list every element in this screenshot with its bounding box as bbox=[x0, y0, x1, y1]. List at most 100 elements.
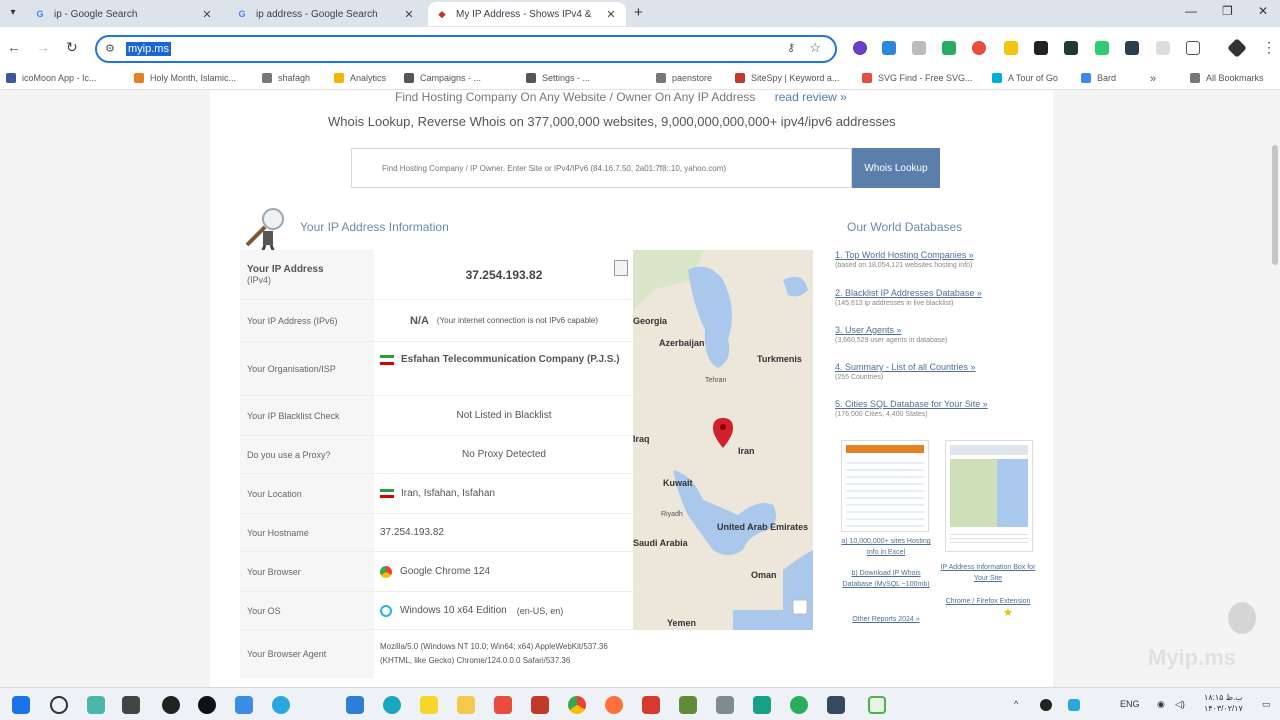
ip-info-box-thumbnail[interactable] bbox=[945, 440, 1033, 552]
close-tab-icon[interactable]: ✕ bbox=[402, 8, 416, 21]
app-8-icon[interactable] bbox=[753, 696, 771, 714]
app-5-icon[interactable] bbox=[642, 696, 660, 714]
bookmark-campaigns[interactable]: Campaigns - ... bbox=[404, 73, 481, 83]
db-item-link[interactable]: 4. Summary - List of all Countries » bbox=[835, 362, 1035, 372]
edge-icon[interactable] bbox=[383, 696, 401, 714]
copy-icon[interactable] bbox=[614, 260, 628, 276]
app-9-icon[interactable] bbox=[790, 696, 808, 714]
chrome-taskbar-icon[interactable] bbox=[568, 696, 586, 714]
tray-app-icon[interactable] bbox=[1068, 699, 1080, 711]
bookmark-settings[interactable]: Settings - ... bbox=[526, 73, 590, 83]
notifications-icon[interactable]: ▭ bbox=[1262, 699, 1271, 710]
extension-6-icon[interactable] bbox=[1004, 41, 1018, 55]
bookmark-svg-find[interactable]: SVG Find - Free SVG... bbox=[862, 73, 973, 83]
bookmark-tour-of-go[interactable]: A Tour of Go bbox=[992, 73, 1058, 83]
address-bar[interactable]: ⚙ myip.ms ⚷ ☆ bbox=[95, 35, 837, 63]
extension-8-icon[interactable] bbox=[1064, 41, 1078, 55]
app-6-icon[interactable] bbox=[679, 696, 697, 714]
chrome-extension-link[interactable]: Chrome / Firefox Extension bbox=[938, 596, 1038, 607]
bookmark-bard[interactable]: Bard bbox=[1081, 73, 1116, 83]
close-tab-icon[interactable]: ✕ bbox=[604, 8, 618, 21]
extension-5-icon[interactable] bbox=[972, 41, 986, 55]
windows-start-icon[interactable] bbox=[12, 696, 30, 714]
tab-ip-search[interactable]: G ip - Google Search ✕ bbox=[26, 2, 222, 26]
extension-10-icon[interactable] bbox=[1125, 41, 1139, 55]
db-item[interactable]: 4. Summary - List of all Countries » (25… bbox=[835, 362, 1035, 381]
tray-app-icon[interactable] bbox=[1040, 699, 1052, 711]
db-item[interactable]: 3. User Agents » (3,660,529 user agents … bbox=[835, 325, 1035, 344]
profile-icon[interactable] bbox=[1227, 38, 1247, 58]
wifi-icon[interactable]: ◉ bbox=[1157, 699, 1165, 710]
language-indicator[interactable]: ENG bbox=[1120, 699, 1140, 709]
app-1-icon[interactable] bbox=[162, 696, 180, 714]
whois-lookup-button[interactable]: Whois Lookup bbox=[852, 148, 940, 188]
tab-my-ip-address[interactable]: ◆ My IP Address - Shows IPv4 & ✕ bbox=[428, 2, 626, 26]
volume-icon[interactable]: ◁) bbox=[1175, 699, 1185, 710]
app-11-icon[interactable] bbox=[868, 696, 886, 714]
tab-ip-address-search[interactable]: G ip address - Google Search ✕ bbox=[228, 2, 424, 26]
ip-info-box-link[interactable]: IP Address Information Box for Your Site bbox=[938, 562, 1038, 584]
other-reports-link[interactable]: Other Reports 2024 » bbox=[836, 614, 936, 625]
app-2-icon[interactable] bbox=[235, 696, 253, 714]
location-map[interactable]: Georgia Azerbaijan Turkmenis Tehran Iraq… bbox=[633, 250, 813, 630]
forward-arrow-icon[interactable]: → bbox=[36, 39, 50, 55]
extension-4-icon[interactable] bbox=[942, 41, 956, 55]
copilot-icon[interactable] bbox=[87, 696, 105, 714]
app-3-icon[interactable] bbox=[494, 696, 512, 714]
extension-2-icon[interactable] bbox=[882, 41, 896, 55]
url-text[interactable]: myip.ms bbox=[126, 42, 171, 56]
app-10-icon[interactable] bbox=[827, 696, 845, 714]
clock[interactable]: ۱۸:۱۵ ب.ظ ۱۴۰۳/۰۲/۱۷ bbox=[1204, 692, 1243, 714]
excel-report-thumbnail[interactable] bbox=[841, 440, 929, 532]
whois-search-input-wrap[interactable] bbox=[351, 148, 852, 188]
task-view-icon[interactable] bbox=[122, 696, 140, 714]
notes-icon[interactable] bbox=[420, 696, 438, 714]
app-4-icon[interactable] bbox=[531, 696, 549, 714]
reload-icon[interactable]: ↻ bbox=[66, 39, 78, 56]
extension-11-icon[interactable] bbox=[1156, 41, 1170, 55]
db-item[interactable]: 1. Top World Hosting Companies » (based … bbox=[835, 250, 1035, 269]
file-explorer-icon[interactable] bbox=[457, 696, 475, 714]
close-window-icon[interactable]: ✕ bbox=[1258, 4, 1268, 18]
map-fullscreen-icon[interactable] bbox=[792, 599, 808, 615]
vscode-icon[interactable] bbox=[346, 696, 364, 714]
site-info-icon[interactable]: ⚙ bbox=[105, 42, 115, 55]
page-scrollbar[interactable] bbox=[1270, 90, 1280, 687]
extension-1-icon[interactable] bbox=[853, 41, 867, 55]
close-tab-icon[interactable]: ✕ bbox=[200, 8, 214, 21]
bookmark-sitespy[interactable]: SiteSpy | Keyword a... bbox=[735, 73, 839, 83]
extension-3-icon[interactable] bbox=[912, 41, 926, 55]
bookmark-icomoon[interactable]: icoMoon App - Ic... bbox=[6, 73, 97, 83]
search-icon[interactable] bbox=[50, 696, 68, 714]
db-item[interactable]: 5. Cities SQL Database for Your Site » (… bbox=[835, 399, 1035, 418]
bookmark-folder-shafagh[interactable]: shafagh bbox=[262, 73, 310, 83]
db-item[interactable]: 2. Blacklist IP Addresses Database » (14… bbox=[835, 288, 1035, 307]
extension-9-icon[interactable] bbox=[1095, 41, 1109, 55]
db-item-link[interactable]: 3. User Agents » bbox=[835, 325, 1035, 335]
all-bookmarks-folder[interactable]: All Bookmarks bbox=[1190, 73, 1264, 83]
telegram-icon[interactable] bbox=[272, 696, 290, 714]
bookmark-analytics[interactable]: Analytics bbox=[334, 73, 386, 83]
password-key-icon[interactable]: ⚷ bbox=[787, 41, 795, 54]
db-item-link[interactable]: 2. Blacklist IP Addresses Database » bbox=[835, 288, 1035, 298]
excel-report-link[interactable]: a) 10,000,000+ sites Hosting Info in Exc… bbox=[836, 536, 936, 558]
minimize-icon[interactable]: — bbox=[1185, 4, 1197, 18]
back-arrow-icon[interactable]: ← bbox=[7, 39, 21, 55]
bookmark-star-icon[interactable]: ☆ bbox=[809, 40, 821, 56]
new-tab-plus-icon[interactable]: + bbox=[634, 4, 643, 21]
bookmark-holy-month[interactable]: Holy Month, Islamic... bbox=[134, 73, 236, 83]
db-item-link[interactable]: 1. Top World Hosting Companies » bbox=[835, 250, 1035, 260]
scrollbar-thumb[interactable] bbox=[1272, 145, 1278, 265]
media-player-icon[interactable] bbox=[198, 696, 216, 714]
tray-chevron-icon[interactable]: ^ bbox=[1014, 699, 1018, 709]
browser-menu-icon[interactable]: ⋮ bbox=[1262, 39, 1276, 56]
extensions-puzzle-icon[interactable] bbox=[1186, 41, 1200, 55]
tab-search-chevron-icon[interactable]: ▾ bbox=[4, 5, 22, 21]
download-whois-db-link[interactable]: b) Download IP Whois Database (MySQL ~10… bbox=[836, 568, 936, 590]
extension-7-icon[interactable] bbox=[1034, 41, 1048, 55]
db-item-link[interactable]: 5. Cities SQL Database for Your Site » bbox=[835, 399, 1035, 409]
restore-icon[interactable]: ❐ bbox=[1222, 4, 1233, 18]
bookmark-folder-paenstore[interactable]: paenstore bbox=[656, 73, 712, 83]
whois-search-input[interactable] bbox=[352, 149, 851, 187]
read-review-link[interactable]: read review » bbox=[775, 90, 847, 104]
